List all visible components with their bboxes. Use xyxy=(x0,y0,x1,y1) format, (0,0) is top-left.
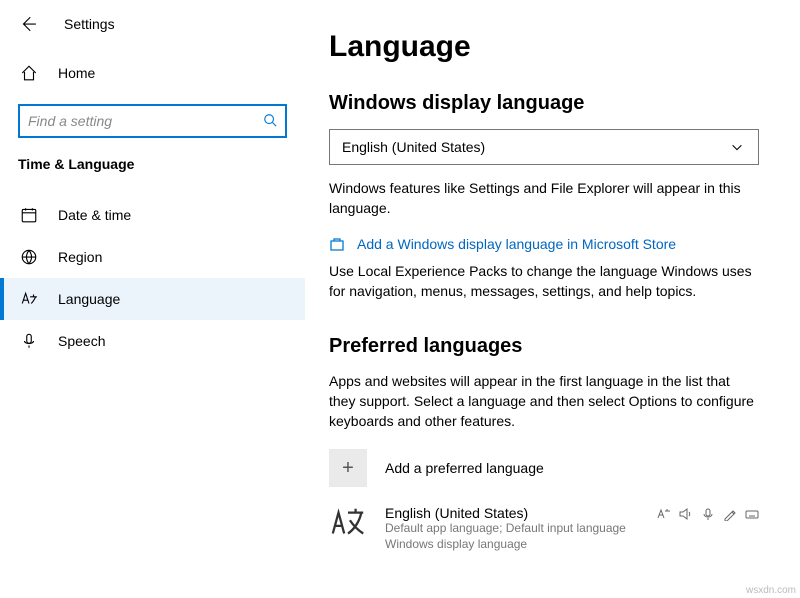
sidebar-item-label: Region xyxy=(58,249,102,265)
display-language-value: English (United States) xyxy=(342,139,485,155)
lep-desc: Use Local Experience Packs to change the… xyxy=(329,262,759,301)
mic-icon xyxy=(20,332,38,350)
sidebar-item-speech[interactable]: Speech xyxy=(0,320,305,362)
back-arrow-icon xyxy=(19,15,37,33)
sidebar-item-language[interactable]: Language xyxy=(0,278,305,320)
home-label: Home xyxy=(58,65,95,81)
search-input-wrap[interactable] xyxy=(18,104,287,138)
display-language-desc: Windows features like Settings and File … xyxy=(329,179,759,218)
preferred-desc: Apps and websites will appear in the fir… xyxy=(329,372,759,431)
chevron-down-icon xyxy=(728,138,746,156)
voice-feature-icon xyxy=(701,507,715,521)
keyboard-feature-icon xyxy=(745,507,759,521)
sidebar-item-region[interactable]: Region xyxy=(0,236,305,278)
language-icon xyxy=(20,290,38,308)
page-title: Language xyxy=(329,30,772,64)
handwriting-feature-icon xyxy=(723,507,737,521)
clock-icon xyxy=(20,206,38,224)
store-icon xyxy=(329,236,345,252)
watermark: wsxdn.com xyxy=(746,585,796,596)
back-button[interactable] xyxy=(18,14,38,34)
sidebar-item-home[interactable]: Home xyxy=(18,56,287,90)
add-language-label: Add a preferred language xyxy=(385,460,544,476)
language-feature-icons xyxy=(657,505,759,521)
language-sub1: Default app language; Default input lang… xyxy=(385,521,639,537)
add-language-button[interactable]: + Add a preferred language xyxy=(329,449,772,487)
globe-icon xyxy=(20,248,38,266)
language-sub2: Windows display language xyxy=(385,537,639,553)
preferred-heading: Preferred languages xyxy=(329,335,772,358)
sidebar-item-date-time[interactable]: Date & time xyxy=(0,194,305,236)
language-entry[interactable]: English (United States) Default app lang… xyxy=(329,501,759,556)
display-language-heading: Windows display language xyxy=(329,92,772,115)
category-heading: Time & Language xyxy=(18,156,287,172)
language-glyph-icon xyxy=(329,505,367,543)
search-input[interactable] xyxy=(28,113,263,129)
sidebar-item-label: Language xyxy=(58,291,120,307)
sidebar-item-label: Date & time xyxy=(58,207,131,223)
tts-feature-icon xyxy=(679,507,693,521)
store-link-row[interactable]: Add a Windows display language in Micros… xyxy=(329,236,772,252)
home-icon xyxy=(20,64,38,82)
plus-icon: + xyxy=(329,449,367,487)
display-language-select[interactable]: English (United States) xyxy=(329,129,759,165)
sidebar-item-label: Speech xyxy=(58,333,105,349)
search-icon xyxy=(263,113,277,130)
language-name: English (United States) xyxy=(385,505,639,521)
store-link-text: Add a Windows display language in Micros… xyxy=(357,236,676,252)
display-feature-icon xyxy=(657,507,671,521)
app-title: Settings xyxy=(64,16,115,32)
